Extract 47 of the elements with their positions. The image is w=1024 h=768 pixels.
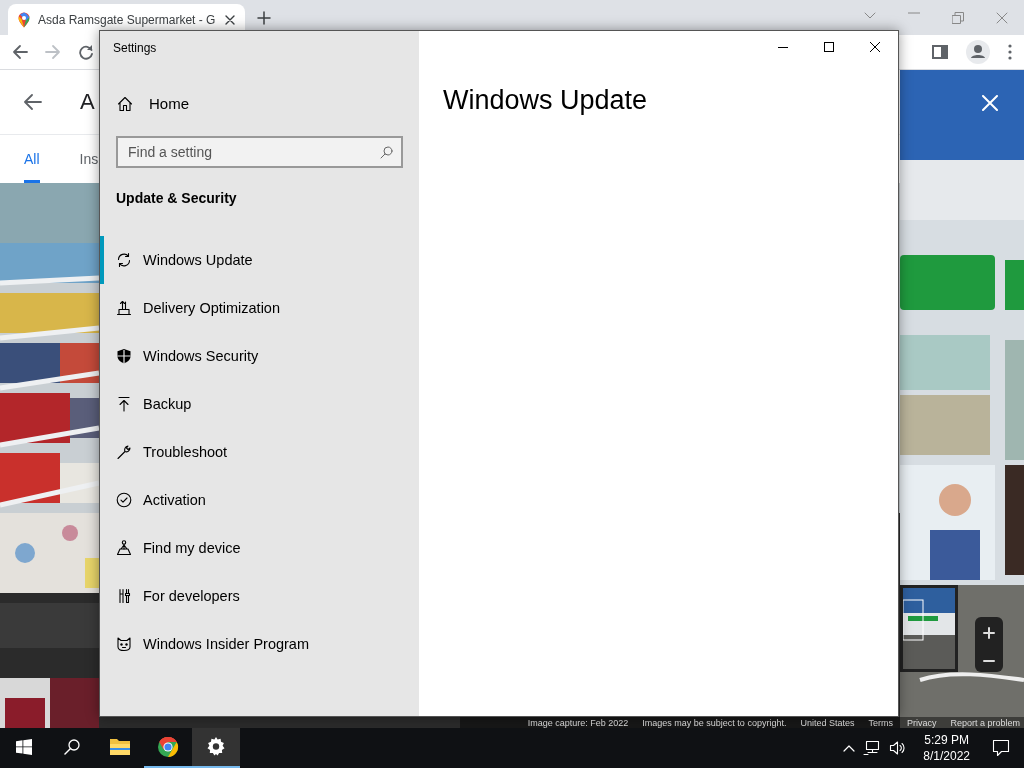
restore-icon[interactable] [952, 11, 964, 24]
chevron-up-icon[interactable] [843, 744, 856, 752]
place-title: A [80, 89, 95, 115]
footer-text: Images may be subject to copyright. [642, 717, 787, 728]
profile-avatar-icon[interactable] [966, 40, 990, 64]
tab-title: Asda Ramsgate Supermarket - G [38, 12, 217, 27]
footer-link[interactable]: Terms [868, 717, 893, 728]
clock-date: 8/1/2022 [923, 748, 970, 764]
back-arrow-icon[interactable] [24, 94, 42, 110]
gear-icon [205, 736, 227, 758]
windows-logo-icon [16, 739, 32, 755]
home-icon [117, 95, 133, 112]
home-link[interactable]: Home [100, 71, 419, 136]
folder-icon [109, 736, 131, 758]
close-icon[interactable] [225, 14, 235, 25]
notification-icon[interactable] [992, 739, 1010, 757]
chrome-icon [157, 736, 179, 758]
back-arrow-icon[interactable] [12, 44, 28, 60]
window-title: Settings [112, 40, 158, 57]
network-icon[interactable] [863, 740, 882, 756]
photo-category-tab[interactable]: Ins [79, 135, 99, 183]
minimize-icon [778, 46, 788, 48]
menu-icon[interactable] [1008, 44, 1012, 60]
footer-text: Image capture: Feb 2022 [527, 717, 629, 728]
taskbar-app-button[interactable] [192, 728, 240, 768]
maximize-icon [824, 42, 834, 52]
reload-icon[interactable] [78, 44, 94, 60]
clock-time: 5:29 PM [924, 732, 969, 748]
search-icon [64, 739, 80, 755]
sidebar-item[interactable]: Find my device [100, 524, 419, 572]
close-icon [870, 42, 880, 52]
forward-arrow-icon [45, 44, 61, 60]
map-pin-icon [18, 11, 30, 28]
page-title: Windows Update [442, 84, 649, 116]
search-field[interactable]: Find a setting [116, 136, 403, 168]
chevron-down-icon[interactable] [864, 11, 876, 20]
volume-icon[interactable] [889, 740, 908, 756]
footer-link[interactable]: United States [800, 717, 855, 728]
side-panel-icon[interactable] [932, 44, 948, 60]
new-tab-icon[interactable] [257, 10, 271, 25]
search-icon [380, 146, 393, 159]
sidebar-item[interactable]: Windows Insider Program [100, 620, 419, 668]
cat-face-icon [116, 636, 132, 652]
person-base-icon [116, 540, 132, 556]
tools-icon [116, 588, 132, 604]
sidebar-item[interactable]: For developers [100, 572, 419, 620]
clock[interactable]: 5:29 PM 8/1/2022 [915, 732, 978, 764]
